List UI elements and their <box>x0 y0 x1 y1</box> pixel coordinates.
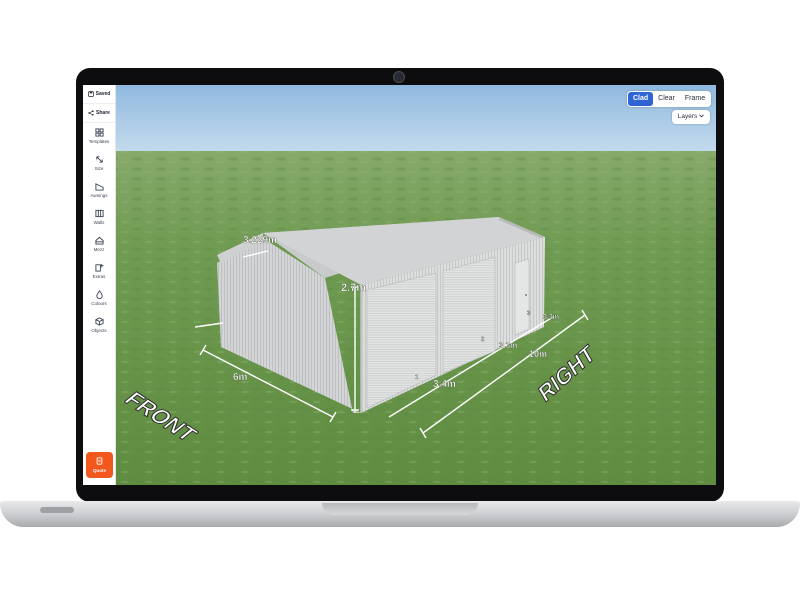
sidebar-item-extras[interactable]: Extras <box>83 263 115 279</box>
sidebar-item-label: Colours <box>91 301 107 306</box>
sidebar-item-label: Awnings <box>90 193 108 198</box>
sidebar-item-label: Mezz <box>93 247 105 252</box>
shed-3d-viewport[interactable]: 3.229m 2.7m 6m 3.4m 3.3m 3.3m 10m 1 2 3 … <box>83 85 716 485</box>
share-label: Share <box>96 110 110 116</box>
cube-icon <box>94 317 104 326</box>
share-button[interactable]: Share <box>83 104 115 123</box>
grid-icon <box>94 128 104 137</box>
view-mode-frame[interactable]: Frame <box>680 92 710 106</box>
quote-label: Quote <box>93 468 106 473</box>
layers-label: Layers <box>677 113 698 120</box>
sidebar-item-size[interactable]: Size <box>83 155 115 171</box>
total-length-label: 10m <box>529 349 547 359</box>
webcam <box>393 71 405 83</box>
awning-icon <box>94 183 104 191</box>
bay-3-length-label: 3.3m <box>543 314 559 321</box>
sidebar-item-awnings[interactable]: Awnings <box>83 182 115 198</box>
sidebar-item-label: Size <box>94 166 104 171</box>
sky <box>83 85 716 155</box>
front-width-label: 6m <box>233 372 248 383</box>
saved-label: Saved <box>95 91 111 97</box>
saved-button[interactable]: Saved <box>83 85 115 104</box>
sidebar-item-label: Extras <box>92 274 106 279</box>
sidebar-item-label: Objects <box>91 328 107 333</box>
laptop-port <box>40 507 74 513</box>
quote-button[interactable]: Quote <box>86 452 113 478</box>
wall-panel-icon <box>94 209 104 218</box>
resize-arrows-icon <box>95 156 103 163</box>
tool-sidebar: Saved Share Templates Size Awnings Walls… <box>83 85 116 485</box>
laptop-notch <box>322 503 478 515</box>
sidebar-item-objects[interactable]: Objects <box>83 317 115 333</box>
sidebar-item-templates[interactable]: Templates <box>83 128 115 144</box>
bay-1-length-label: 3.4m <box>433 379 456 390</box>
sidebar-item-label: Walls <box>93 220 105 225</box>
door-plus-icon <box>94 263 104 272</box>
layers-dropdown[interactable]: Layers <box>672 110 710 124</box>
chevron-down-icon <box>699 114 705 118</box>
view-mode-clear[interactable]: Clear <box>653 92 680 106</box>
roof-width-label: 3.229m <box>243 235 277 246</box>
sidebar-item-walls[interactable]: Walls <box>83 209 115 225</box>
droplet-icon <box>95 290 103 299</box>
app-screen: 3.229m 2.7m 6m 3.4m 3.3m 3.3m 10m 1 2 3 … <box>83 85 716 485</box>
bay-2-length-label: 3.3m <box>499 341 517 350</box>
personal-access-door[interactable] <box>514 258 530 336</box>
save-icon <box>87 91 94 97</box>
document-icon <box>96 457 103 465</box>
view-mode-toggle: Clad Clear Frame <box>627 91 712 107</box>
view-mode-clad[interactable]: Clad <box>628 92 654 106</box>
house-icon <box>94 236 104 245</box>
wall-height-label: 2.7m <box>341 282 366 294</box>
sidebar-item-colours[interactable]: Colours <box>83 290 115 306</box>
sidebar-item-label: Templates <box>88 139 110 144</box>
share-icon <box>88 110 94 116</box>
sidebar-item-mezz[interactable]: Mezz <box>83 236 115 252</box>
